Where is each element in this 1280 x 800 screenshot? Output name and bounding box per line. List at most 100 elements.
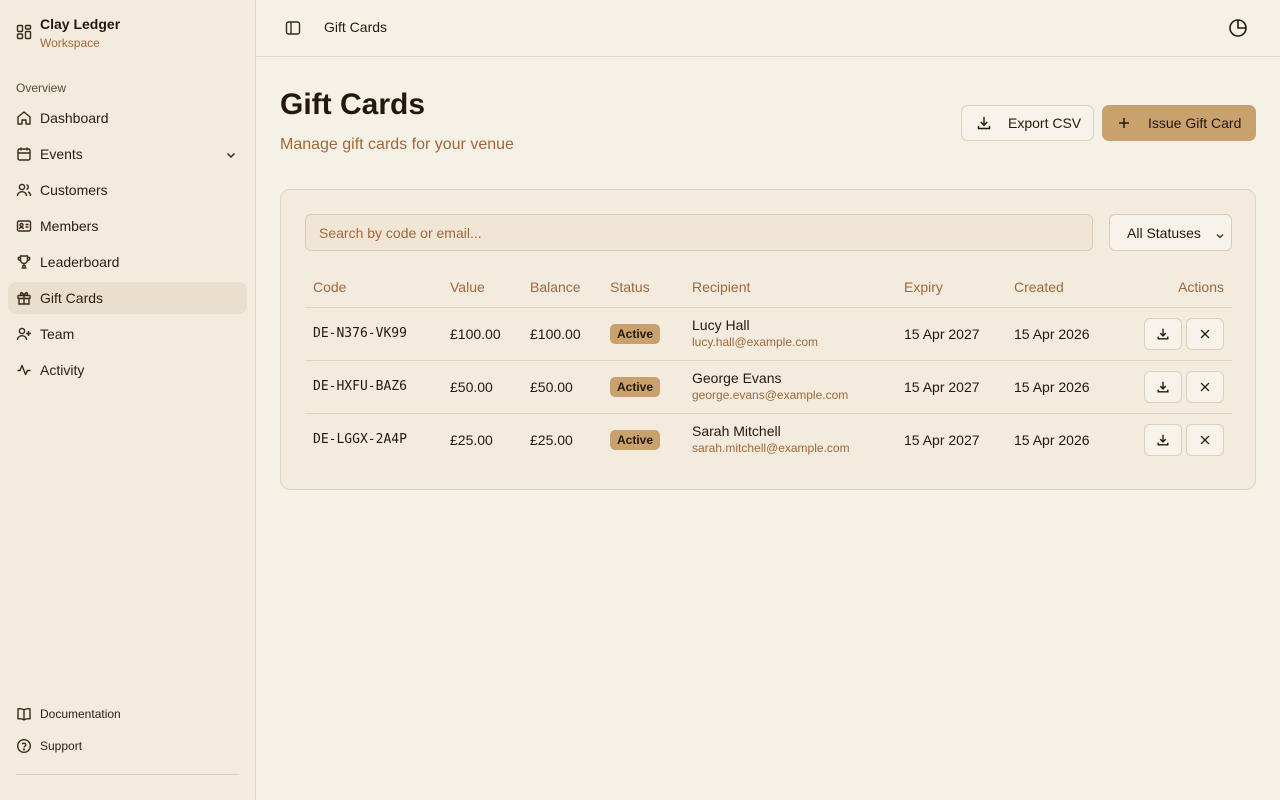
actions-cell <box>1116 413 1232 466</box>
sidebar-item-activity[interactable]: Activity <box>8 354 247 386</box>
gift-card-value: £50.00 <box>442 360 522 414</box>
brand-sub: Workspace <box>40 36 100 50</box>
sidebar-item-label: Members <box>40 218 99 234</box>
gift-card-code: DE-LGGX-2A4P <box>313 432 407 448</box>
sidebar-item-label: Activity <box>40 362 85 378</box>
sidebar-item-gift-cards[interactable]: Gift Cards <box>8 282 247 314</box>
sidebar-item-label: Documentation <box>40 707 121 721</box>
gift-card-expiry: 15 Apr 2027 <box>904 431 980 448</box>
gift-card-value: £100.00 <box>442 307 522 361</box>
table-row: DE-LGGX-2A4P £25.00 £25.00 Active Sarah … <box>305 413 1232 466</box>
help-circle-icon <box>16 738 32 754</box>
table-header-row: Code Value Balance Status Recipient Expi… <box>305 267 1232 308</box>
gift-card-code: DE-N376-VK99 <box>305 307 442 361</box>
sidebar-item-events[interactable]: Events <box>8 138 247 170</box>
status-filter-select[interactable]: All Statuses <box>1109 214 1232 251</box>
table-row: DE-N376-VK99 £100.00 £100.00 Active Lucy… <box>305 307 1232 361</box>
sidebar-item-label: Gift Cards <box>40 290 104 306</box>
gift-card-created: 15 Apr 2026 <box>1014 431 1090 448</box>
user-plus-icon <box>16 326 32 342</box>
download-icon <box>1157 381 1169 393</box>
grid-icon <box>16 24 32 40</box>
sidebar-item-label: Dashboard <box>40 110 109 126</box>
brand-name: Clay Ledger <box>40 16 121 32</box>
gift-card-balance: £25.00 <box>530 431 573 448</box>
gift-cards-table: Code Value Balance Status Recipient Expi… <box>305 267 1232 466</box>
book-icon <box>16 706 32 722</box>
close-icon <box>1200 435 1210 445</box>
export-csv-label: Export CSV <box>1008 115 1082 131</box>
activity-icon <box>16 362 32 378</box>
recipient-email: lucy.hall@example.com <box>692 334 819 349</box>
issue-gift-card-button[interactable]: Issue Gift Card <box>1102 105 1256 141</box>
status-badge: Active <box>610 323 661 344</box>
column-header-code: Code <box>305 267 442 308</box>
close-icon <box>1200 382 1210 391</box>
recipient-cell: Lucy Hall lucy.hall@example.com <box>684 307 896 361</box>
actions-cell <box>1116 307 1232 361</box>
recipient-cell: George Evans george.evans@example.com <box>684 360 896 414</box>
status-badge: Active <box>610 429 661 450</box>
status-cell: Active <box>602 307 684 361</box>
close-icon <box>1200 329 1210 338</box>
sidebar-item-team[interactable]: Team <box>8 318 247 350</box>
sidebar-item-label: Customers <box>40 182 108 198</box>
issue-gift-card-label: Issue Gift Card <box>1148 115 1242 131</box>
gift-card-expiry: 15 Apr 2027 <box>896 307 1006 361</box>
chevron-down-icon[interactable] <box>225 148 237 160</box>
brand[interactable]: Clay Ledger Workspace <box>16 16 120 53</box>
download-button[interactable] <box>1144 370 1182 403</box>
cancel-button[interactable] <box>1186 317 1224 350</box>
download-button[interactable] <box>1144 423 1182 456</box>
download-button[interactable] <box>1144 317 1182 350</box>
cancel-button[interactable] <box>1186 370 1224 403</box>
gift-icon <box>16 290 32 306</box>
column-header-value: Value <box>442 267 522 308</box>
id-card-icon <box>16 218 32 234</box>
download-icon <box>1157 434 1169 446</box>
download-icon <box>976 115 992 131</box>
home-icon <box>16 110 32 126</box>
chevron-down-icon <box>1215 228 1225 239</box>
sidebar-item-label: Team <box>40 326 75 342</box>
column-header-balance: Balance <box>522 267 602 308</box>
trophy-icon <box>16 254 32 270</box>
sidebar-item-leaderboard[interactable]: Leaderboard <box>8 246 247 278</box>
sidebar-nav: Dashboard Events Customers Members Leade… <box>8 102 247 390</box>
sidebar-item-support[interactable]: Support <box>8 732 247 760</box>
gift-card-code: DE-HXFU-BAZ6 <box>305 360 442 414</box>
users-icon <box>16 182 32 198</box>
breadcrumb-title: Gift Cards <box>324 19 388 35</box>
status-cell: Active <box>602 360 684 414</box>
column-header-expiry: Expiry <box>896 267 1006 308</box>
section-label-overview: Overview <box>16 81 67 95</box>
gift-card-balance: £100.00 <box>522 307 602 361</box>
recipient-cell: Sarah Mitchell sarah.mitchell@example.co… <box>684 413 896 466</box>
sidebar-item-label: Events <box>40 146 83 162</box>
recipient-email: george.evans@example.com <box>692 387 849 402</box>
sidebar-item-customers[interactable]: Customers <box>8 174 247 206</box>
cancel-button[interactable] <box>1186 423 1224 456</box>
recipient-name: George Evans <box>692 369 782 386</box>
sidebar-item-label: Leaderboard <box>40 254 120 270</box>
theme-toggle-icon[interactable] <box>1228 18 1248 38</box>
gift-card-value: £25.00 <box>450 431 493 448</box>
status-cell: Active <box>602 413 684 466</box>
status-filter-value: All Statuses <box>1127 224 1201 241</box>
gift-card-expiry: 15 Apr 2027 <box>896 360 1006 414</box>
sidebar-toggle-icon[interactable] <box>284 19 302 37</box>
gift-cards-panel: Search by code or email... All Statuses … <box>280 189 1256 490</box>
column-header-recipient: Recipient <box>684 267 896 308</box>
export-csv-button[interactable]: Export CSV <box>961 105 1094 141</box>
gift-card-created: 15 Apr 2026 <box>1006 360 1116 414</box>
download-icon <box>1157 328 1169 340</box>
recipient-name: Lucy Hall <box>692 316 750 333</box>
top-bar: Gift Cards <box>256 0 1280 57</box>
search-input[interactable]: Search by code or email... <box>305 214 1093 251</box>
sidebar-item-members[interactable]: Members <box>8 210 247 242</box>
gift-card-balance: £50.00 <box>522 360 602 414</box>
calendar-icon <box>16 146 32 162</box>
sidebar-item-label: Support <box>40 739 83 753</box>
sidebar-item-documentation[interactable]: Documentation <box>8 700 247 728</box>
sidebar-item-dashboard[interactable]: Dashboard <box>8 102 247 134</box>
